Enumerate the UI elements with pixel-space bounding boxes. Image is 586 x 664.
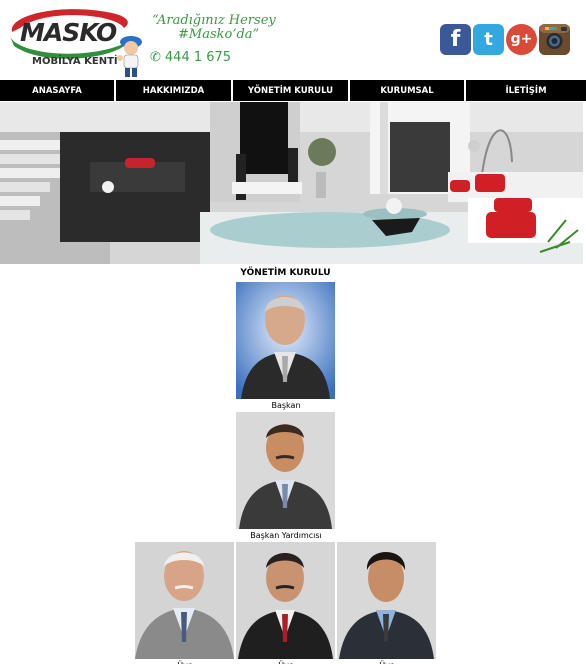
nav-item-iletisim[interactable]: İLETİŞİM — [466, 80, 586, 101]
living-room-image — [0, 102, 583, 264]
nav-item-anasayfa[interactable]: ANASAYFA — [0, 80, 116, 101]
phone-number[interactable]: ✆ 444 1 675 — [150, 50, 231, 65]
board-member-photo — [236, 412, 335, 529]
nav-item-yonetim-kurulu[interactable]: YÖNETİM KURULU — [233, 80, 350, 101]
googleplus-icon[interactable]: g+ — [506, 24, 537, 55]
twitter-glyph: t — [484, 29, 493, 50]
mascot-icon — [117, 36, 142, 77]
main-nav: ANASAYFA HAKKIMIZDA YÖNETİM KURULU KURUM… — [0, 80, 586, 101]
board-member-photo — [135, 542, 234, 659]
portrait-image — [135, 542, 234, 659]
twitter-icon[interactable]: t — [473, 24, 504, 55]
nav-item-kurumsal[interactable]: KURUMSAL — [350, 80, 466, 101]
portrait-image — [236, 542, 335, 659]
instagram-glyph-icon — [539, 24, 570, 55]
portrait-image — [337, 542, 436, 659]
hero-banner — [0, 102, 583, 264]
member-role-caption: Başkan Yardımcısı — [250, 531, 322, 540]
facebook-glyph: f — [450, 27, 461, 52]
portrait-image — [236, 282, 335, 399]
facebook-icon[interactable]: f — [440, 24, 471, 55]
nav-item-hakkimizda[interactable]: HAKKIMIZDA — [116, 80, 233, 101]
page-title: YÖNETİM KURULU — [240, 268, 331, 278]
board-member-photo — [337, 542, 436, 659]
slogan-line-2: #Masko’da” — [178, 27, 260, 42]
slogan-line-1: “Aradığınız Hersey — [152, 13, 276, 28]
googleplus-glyph: g+ — [510, 31, 533, 47]
logo-subtitle: MOBİLYA KENTİ — [32, 56, 118, 67]
logo-wordmark: MASKO — [20, 18, 117, 47]
portrait-image — [236, 412, 335, 529]
site-header: MASKO MOBİLYA KENTİ “Aradığınız Hersey #… — [0, 0, 586, 80]
board-member-photo — [236, 282, 335, 399]
phone-icon: ✆ — [150, 50, 161, 65]
member-role-caption: Başkan — [271, 401, 301, 410]
masko-logo[interactable]: MASKO MOBİLYA KENTİ — [6, 6, 132, 76]
slogan: “Aradığınız Hersey #Masko’da” — [152, 14, 276, 42]
phone-text: 444 1 675 — [164, 50, 232, 65]
instagram-icon[interactable] — [539, 24, 570, 55]
board-member-photo — [236, 542, 335, 659]
